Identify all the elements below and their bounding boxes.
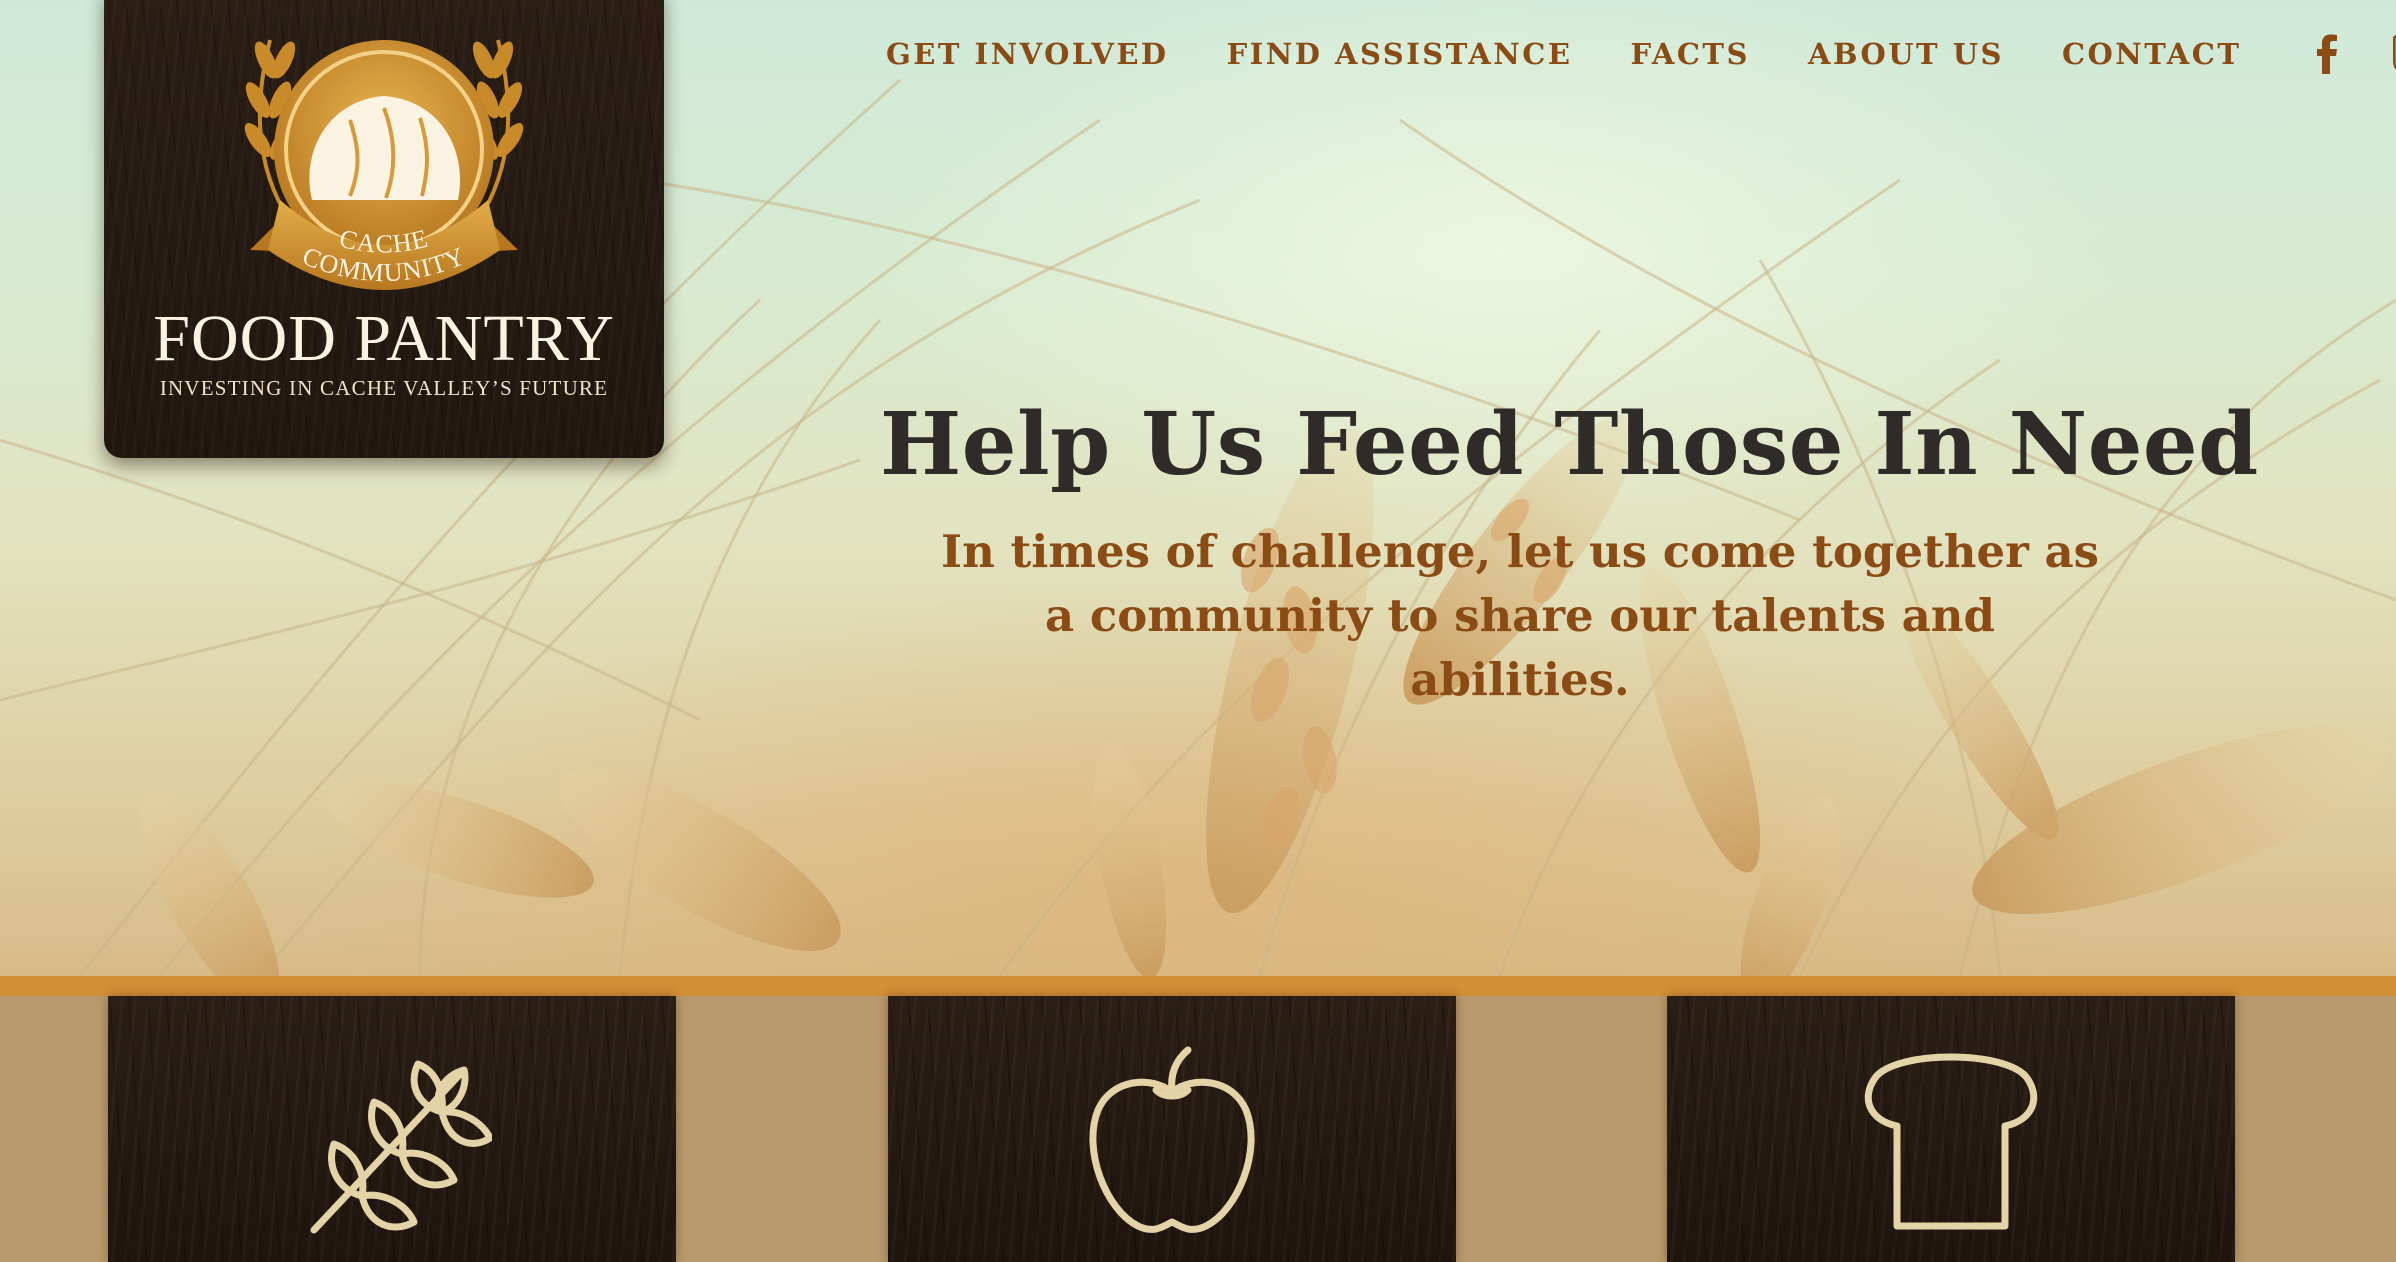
logo-title: FOOD PANTRY xyxy=(153,302,615,375)
logo-tagline: INVESTING IN CACHE VALLEY’S FUTURE xyxy=(159,376,609,400)
nav-contact[interactable]: CONTACT xyxy=(2062,37,2242,71)
feature-card-bread[interactable] xyxy=(1667,996,2235,1262)
nav-get-involved[interactable]: GET INVOLVED xyxy=(886,37,1169,71)
nav-find-assistance[interactable]: FIND ASSISTANCE xyxy=(1227,37,1573,71)
apple-icon xyxy=(1089,1046,1255,1233)
hero-headline: Help Us Feed Those In Need xyxy=(880,394,2259,495)
twitter-icon[interactable] xyxy=(2387,32,2396,76)
feature-card-apple[interactable] xyxy=(888,996,1456,1262)
hero-banner: CACHE COMMUNITY FOOD PANTRY INVESTING IN… xyxy=(0,0,2396,976)
logo-card[interactable]: CACHE COMMUNITY FOOD PANTRY INVESTING IN… xyxy=(104,0,664,458)
main-nav: GET INVOLVED FIND ASSISTANCE FACTS ABOUT… xyxy=(886,34,2396,74)
bread-icon xyxy=(1864,1053,2038,1230)
feature-card-wheat[interactable] xyxy=(108,996,676,1262)
wheat-icon xyxy=(310,1060,492,1234)
wheat-bread-emblem-logo: CACHE COMMUNITY xyxy=(244,39,524,290)
facebook-icon[interactable] xyxy=(2307,32,2347,76)
nav-facts[interactable]: FACTS xyxy=(1630,37,1750,71)
nav-about-us[interactable]: ABOUT US xyxy=(1808,37,2004,71)
accent-stripe xyxy=(0,976,2396,996)
hero-subheading: In times of challenge, let us come toget… xyxy=(941,525,2099,706)
